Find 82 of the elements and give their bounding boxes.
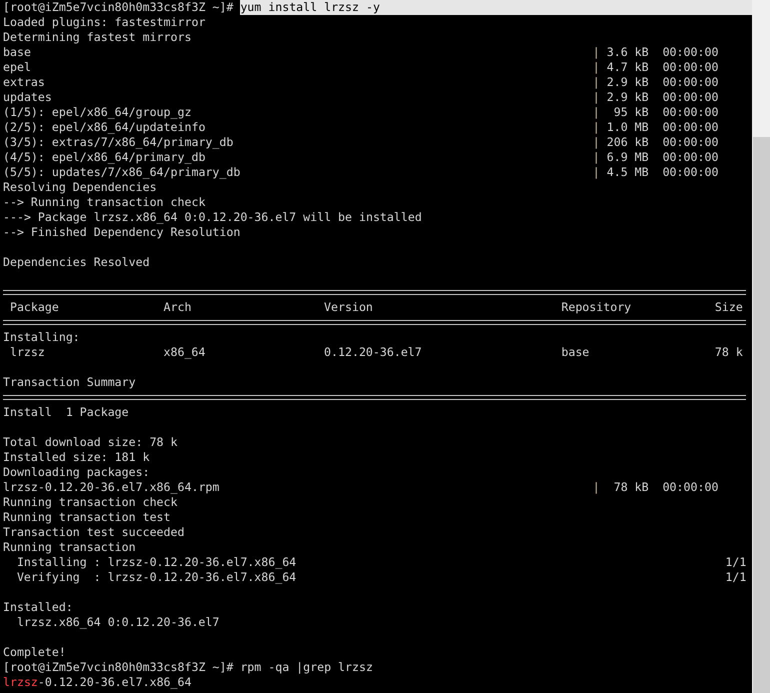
- download-name: (1/5): epel/x86_64/group_gz: [3, 105, 192, 119]
- download-time: 00:00:00: [662, 75, 718, 90]
- download-name: (4/5): epel/x86_64/primary_db: [3, 150, 206, 164]
- output-line: Transaction Summary: [3, 375, 136, 390]
- output-line: Loaded plugins: fastestmirror: [3, 15, 206, 30]
- output-line: Verifying : lrzsz-0.12.20-36.el7.x86_64: [16, 570, 296, 585]
- shell-prompt: [root@iZm5e7vcin80h0m33cs8f3Z ~]#: [3, 660, 234, 675]
- output-line: Installing : lrzsz-0.12.20-36.el7.x86_64: [16, 555, 296, 570]
- download-size: 95 kB: [612, 105, 649, 120]
- command-text: yum install lrzsz -y: [240, 0, 752, 15]
- download-time: 00:00:00: [662, 135, 718, 150]
- table-cell: 0.12.20-36.el7: [324, 345, 422, 359]
- table-cell: x86_64: [164, 345, 206, 359]
- output-line: Installed size: 181 k: [3, 450, 150, 465]
- table-cell: Size: [714, 300, 743, 314]
- download-name: epel: [3, 60, 31, 74]
- download-size: 4.5 MB: [606, 165, 649, 180]
- download-time: 00:00:00: [662, 120, 718, 135]
- download-size: 2.9 kB: [606, 75, 649, 90]
- download-size: 4.7 kB: [606, 60, 649, 75]
- grep-match: lrzsz: [3, 675, 38, 690]
- output-line: Running transaction: [3, 540, 136, 555]
- progress-separator: |: [592, 150, 601, 165]
- download-time: 00:00:00: [662, 480, 718, 495]
- table-cell: base: [561, 345, 590, 359]
- output-line: Installing:: [3, 330, 80, 345]
- step-count: 1/1: [725, 570, 746, 585]
- table-cell: Repository: [561, 300, 632, 314]
- shell-prompt: [root@iZm5e7vcin80h0m33cs8f3Z ~]#: [3, 0, 234, 15]
- output-line: --> Finished Dependency Resolution: [3, 225, 240, 240]
- output-line: Determining fastest mirrors: [3, 30, 192, 45]
- scrollbar[interactable]: [752, 0, 770, 693]
- output-text: -0.12.20-36.el7.x86_64: [38, 675, 192, 690]
- output-line: ---> Package lrzsz.x86_64 0:0.12.20-36.el7 will be installed: [3, 210, 422, 225]
- output-line: Dependencies Resolved: [3, 255, 150, 270]
- download-name: (3/5): extras/7/x86_64/primary_db: [3, 135, 234, 149]
- scrollbar-thumb[interactable]: [753, 137, 770, 693]
- progress-separator: |: [592, 135, 601, 150]
- output-line: Resolving Dependencies: [3, 180, 157, 195]
- progress-separator: |: [592, 120, 601, 135]
- output-line: Total download size: 78 k: [3, 435, 178, 450]
- table-cell: Version: [324, 300, 373, 314]
- download-time: 00:00:00: [662, 45, 718, 60]
- output-line: --> Running transaction check: [3, 195, 206, 210]
- progress-separator: |: [592, 60, 601, 75]
- download-name: lrzsz-0.12.20-36.el7.x86_64.rpm: [3, 480, 220, 494]
- download-time: 00:00:00: [662, 90, 718, 105]
- download-name: updates: [3, 90, 52, 104]
- download-size: 1.0 MB: [606, 120, 649, 135]
- download-name: base: [3, 45, 31, 59]
- output-line: Install 1 Package: [3, 405, 129, 420]
- download-time: 00:00:00: [662, 165, 718, 180]
- output-line: Downloading packages:: [3, 465, 150, 480]
- download-time: 00:00:00: [662, 60, 718, 75]
- command-text: rpm -qa |grep lrzsz: [240, 660, 373, 675]
- progress-separator: |: [592, 90, 601, 105]
- download-size: 6.9 MB: [606, 150, 649, 165]
- progress-separator: |: [592, 165, 601, 180]
- progress-separator: |: [592, 480, 601, 495]
- table-cell: Arch: [164, 300, 192, 314]
- table-cell: 78 k: [714, 345, 743, 359]
- download-time: 00:00:00: [662, 105, 718, 120]
- output-line: Installed:: [3, 600, 73, 615]
- download-name: (2/5): epel/x86_64/updateinfo: [3, 120, 206, 134]
- output-line: Complete!: [3, 645, 66, 660]
- progress-separator: |: [592, 75, 601, 90]
- download-size: 2.9 kB: [606, 90, 649, 105]
- output-line: Transaction test succeeded: [3, 525, 184, 540]
- download-name: (5/5): updates/7/x86_64/primary_db: [3, 165, 240, 179]
- progress-separator: |: [592, 45, 601, 60]
- output-line: Running transaction test: [3, 510, 171, 525]
- output-line: Running transaction check: [3, 495, 178, 510]
- table-cell: lrzsz: [10, 345, 45, 359]
- download-name: extras: [3, 75, 45, 89]
- download-size: 78 kB: [612, 480, 649, 495]
- download-time: 00:00:00: [662, 150, 718, 165]
- output-line: lrzsz.x86_64 0:0.12.20-36.el7: [16, 615, 220, 630]
- progress-separator: |: [592, 105, 601, 120]
- download-size: 206 kB: [606, 135, 649, 150]
- table-cell: Package: [10, 300, 59, 314]
- step-count: 1/1: [725, 555, 746, 570]
- download-size: 3.6 kB: [606, 45, 649, 60]
